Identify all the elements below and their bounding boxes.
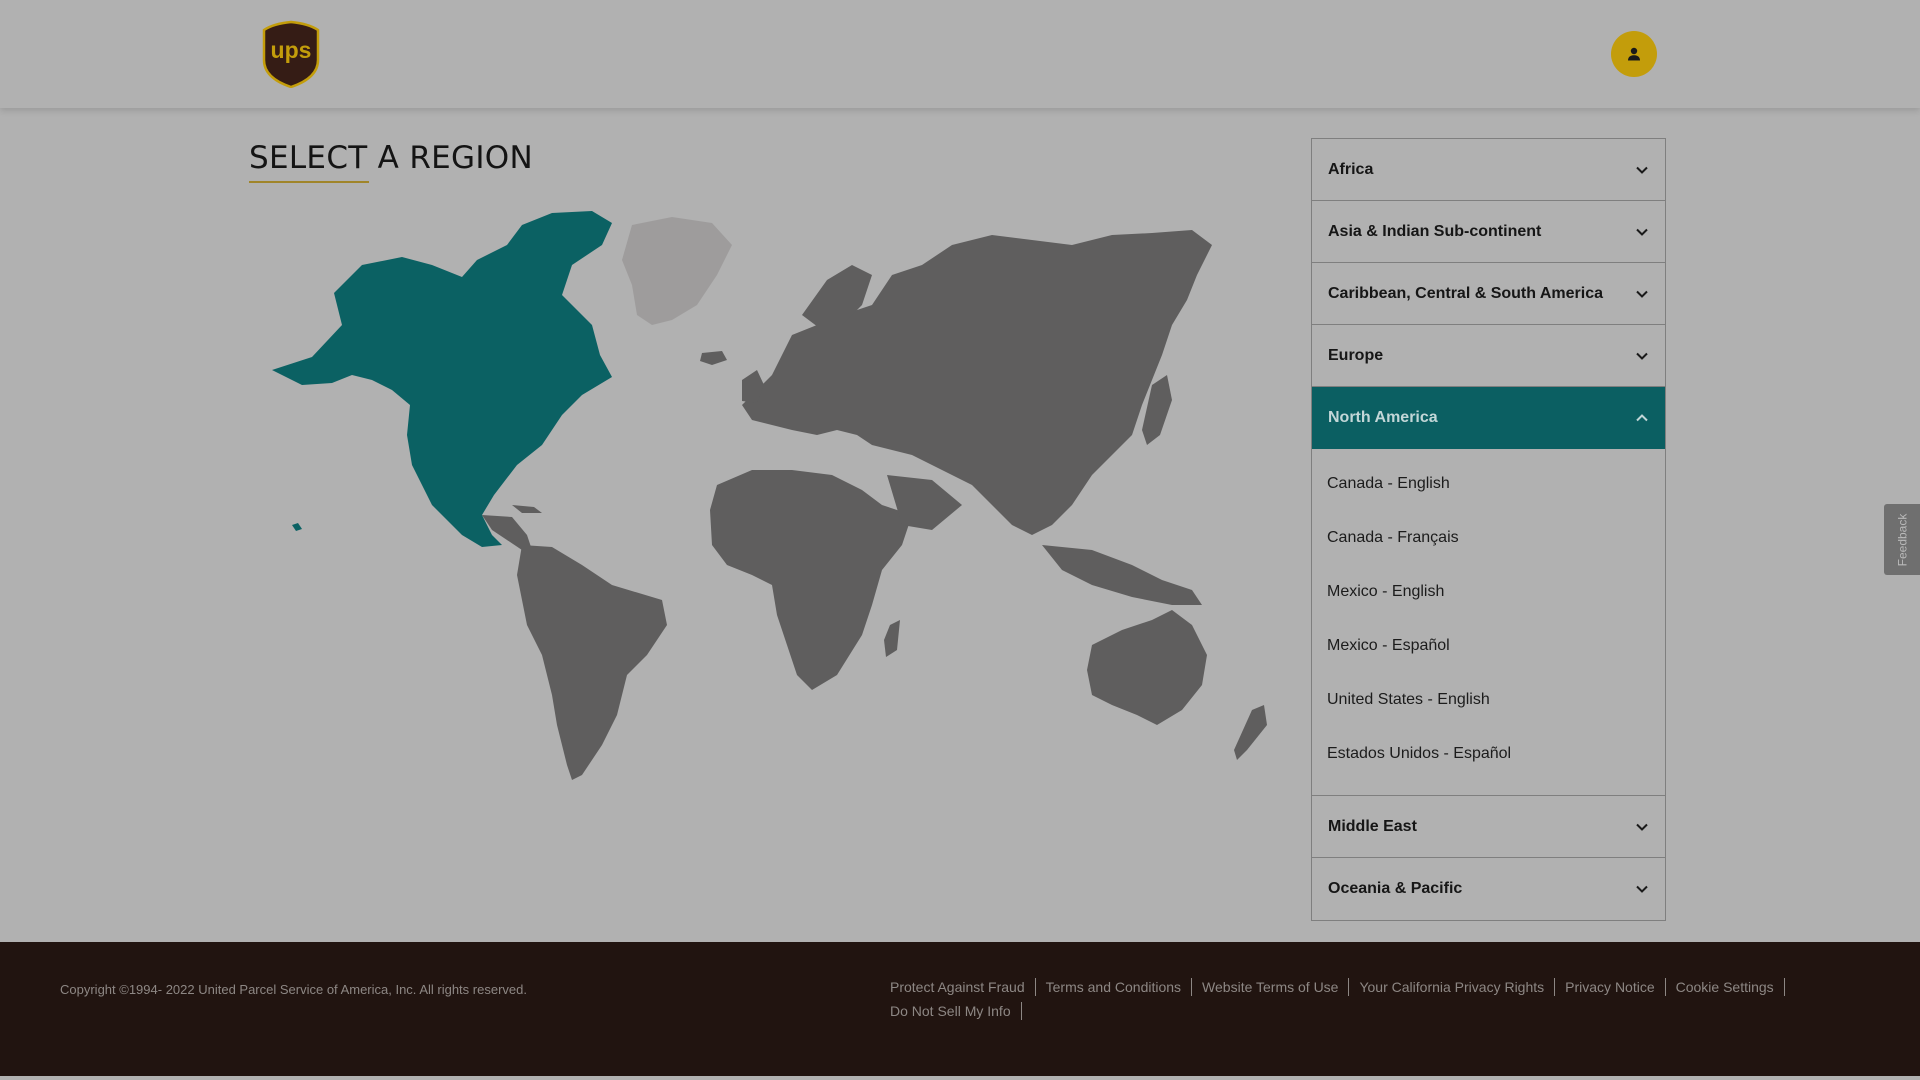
map-region-greenland [622,217,732,325]
country-link-estados-unidos-espanol[interactable]: Estados Unidos - Español [1312,727,1665,781]
chevron-down-icon [1636,352,1648,360]
site-header: ups [0,0,1920,108]
title-underline [249,181,369,183]
region-accordion: Africa Asia & Indian Sub-continent Carib… [1311,138,1666,921]
map-region-hawaii [292,523,302,531]
region-caribbean-central-south-america[interactable]: Caribbean, Central & South America [1312,263,1665,325]
map-region-new-zealand [1234,705,1267,760]
map-region-madagascar [884,620,900,657]
region-oceania-pacific[interactable]: Oceania & Pacific [1312,858,1665,920]
account-button[interactable] [1611,31,1657,77]
chevron-up-icon [1636,414,1648,422]
map-region-caribbean [512,505,542,513]
map-region-north-america[interactable] [272,211,612,547]
footer-link-california-privacy-rights[interactable]: Your California Privacy Rights [1359,978,1556,996]
chevron-down-icon [1636,823,1648,831]
region-label: Africa [1328,160,1374,178]
region-label: Asia & Indian Sub-continent [1328,222,1542,240]
map-region-iceland [700,351,727,365]
region-label: Middle East [1328,817,1417,835]
feedback-label: Feedback [1895,513,1910,566]
copyright-text: Copyright ©1994- 2022 United Parcel Serv… [60,982,527,997]
country-link-canada-francais[interactable]: Canada - Français [1312,511,1665,565]
site-footer: Copyright ©1994- 2022 United Parcel Serv… [0,942,1920,1076]
region-north-america[interactable]: North America [1312,387,1665,449]
ups-logo-icon[interactable]: ups [262,20,320,88]
chevron-down-icon [1636,290,1648,298]
bottom-strip [0,1076,1920,1080]
world-map[interactable] [272,205,1292,785]
map-region-southeast-asia [1042,545,1202,605]
country-link-united-states-english[interactable]: United States - English [1312,673,1665,727]
page-title: SELECT A REGION [249,140,533,176]
footer-link-do-not-sell-my-info[interactable]: Do Not Sell My Info [890,1002,1022,1020]
footer-link-website-terms-of-use[interactable]: Website Terms of Use [1202,978,1350,996]
footer-link-terms-and-conditions[interactable]: Terms and Conditions [1046,978,1193,996]
chevron-down-icon [1636,166,1648,174]
footer-link-privacy-notice[interactable]: Privacy Notice [1565,978,1666,996]
country-link-canada-english[interactable]: Canada - English [1312,457,1665,511]
footer-link-cookie-settings[interactable]: Cookie Settings [1676,978,1785,996]
map-region-africa [710,470,912,690]
region-label: Oceania & Pacific [1328,880,1463,897]
region-label: Caribbean, Central & South America [1328,284,1604,302]
region-europe[interactable]: Europe [1312,325,1665,387]
chevron-down-icon [1636,885,1648,893]
footer-links: Protect Against Fraud Terms and Conditio… [890,978,1820,1026]
region-africa[interactable]: Africa [1312,139,1665,201]
feedback-tab[interactable]: Feedback [1884,504,1920,575]
north-america-country-list: Canada - English Canada - Français Mexic… [1312,449,1665,796]
country-link-mexico-english[interactable]: Mexico - English [1312,565,1665,619]
map-region-australia [1087,610,1207,725]
map-region-south-america [517,545,667,780]
chevron-down-icon [1636,228,1648,236]
person-icon [1628,47,1640,61]
svg-text:ups: ups [271,37,312,63]
country-link-mexico-espanol[interactable]: Mexico - Español [1312,619,1665,673]
footer-link-protect-against-fraud[interactable]: Protect Against Fraud [890,978,1036,996]
region-label: Europe [1328,346,1384,364]
region-label: North America [1328,409,1438,426]
region-middle-east[interactable]: Middle East [1312,796,1665,858]
region-asia[interactable]: Asia & Indian Sub-continent [1312,201,1665,263]
